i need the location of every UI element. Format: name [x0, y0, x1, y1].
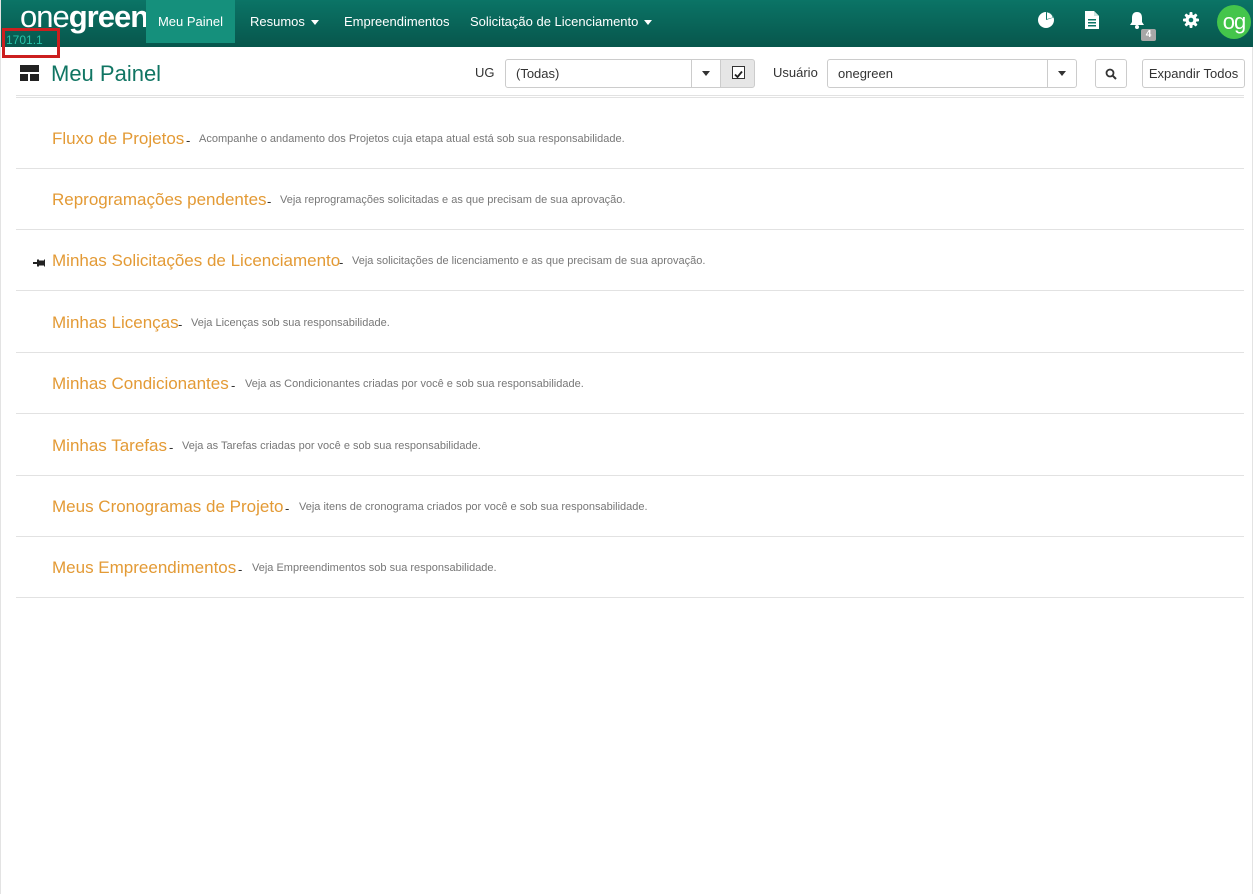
section-separator: -: [339, 255, 344, 270]
page-title: Meu Painel: [51, 61, 162, 86]
section-title[interactable]: Meus Cronogramas de Projeto: [52, 497, 284, 517]
nav-empreendimentos-label: Empreendimentos: [344, 14, 450, 29]
section-minhas-licencas[interactable]: Minhas Licenças - Veja Licenças sob sua …: [16, 292, 1244, 353]
section-separator: -: [231, 378, 236, 393]
usuario-select[interactable]: onegreen: [827, 59, 1077, 88]
chevron-down-icon[interactable]: [691, 60, 720, 87]
section-title[interactable]: Meus Empreendimentos: [52, 558, 236, 578]
header-divider: [16, 95, 1244, 98]
checkmark-icon: [734, 70, 743, 79]
pin-icon[interactable]: [33, 258, 45, 268]
ug-checkbox[interactable]: [732, 66, 745, 79]
section-minhas-condicionantes[interactable]: Minhas Condicionantes - Veja as Condicio…: [16, 353, 1244, 414]
nav-resumos[interactable]: Resumos: [235, 0, 334, 43]
section-cronogramas-projeto[interactable]: Meus Cronogramas de Projeto - Veja itens…: [16, 476, 1244, 537]
nav-meu-painel-label: Meu Painel: [157, 14, 224, 29]
section-separator: -: [238, 562, 243, 577]
section-reprogramacoes[interactable]: Reprogramações pendentes - Veja reprogra…: [16, 169, 1244, 230]
section-separator: -: [178, 317, 183, 332]
section-description: Veja Empreendimentos sob sua responsabil…: [252, 562, 497, 574]
section-title[interactable]: Reprogramações pendentes: [52, 190, 267, 210]
avatar[interactable]: og: [1217, 5, 1251, 39]
nav-meu-painel[interactable]: Meu Painel: [146, 0, 235, 43]
version-label: 1701.1: [6, 33, 43, 47]
section-separator: -: [267, 194, 272, 209]
expand-all-label: Expandir Todos: [1148, 66, 1239, 81]
section-title[interactable]: Minhas Condicionantes: [52, 374, 229, 394]
nav-empreendimentos[interactable]: Empreendimentos: [329, 0, 465, 43]
usuario-label: Usuário: [773, 65, 818, 80]
section-minhas-tarefas[interactable]: Minhas Tarefas - Veja as Tarefas criadas…: [16, 415, 1244, 476]
section-description: Veja as Tarefas criadas por você e sob s…: [182, 440, 481, 452]
section-description: Veja itens de cronograma criados por voc…: [299, 501, 648, 513]
section-description: Veja solicitações de licenciamento e as …: [352, 255, 706, 267]
section-separator: -: [169, 440, 174, 455]
ug-select-value: (Todas): [516, 66, 560, 81]
top-navbar: onegreen Meu Painel Resumos Empreendimen…: [1, 0, 1253, 47]
ug-label: UG: [475, 65, 495, 80]
caret-down-icon: [644, 20, 653, 26]
section-meus-empreendimentos[interactable]: Meus Empreendimentos - Veja Empreendimen…: [16, 537, 1244, 598]
section-separator: -: [186, 133, 191, 148]
ug-checkbox-addon[interactable]: [720, 59, 755, 88]
pie-chart-icon[interactable]: [1037, 11, 1057, 31]
nav-solicitacao-licenciamento[interactable]: Solicitação de Licenciamento: [455, 0, 667, 43]
section-fluxo-projetos[interactable]: Fluxo de Projetos - Acompanhe o andament…: [16, 108, 1244, 169]
section-title[interactable]: Minhas Tarefas: [52, 436, 167, 456]
bell-icon[interactable]: [1128, 11, 1148, 31]
search-button[interactable]: [1095, 59, 1127, 88]
search-icon: [1105, 68, 1117, 80]
logo-green: green: [68, 0, 149, 34]
section-description: Veja reprogramações solicitadas e as que…: [280, 194, 626, 206]
section-title[interactable]: Minhas Solicitações de Licenciamento: [52, 251, 340, 271]
chevron-down-icon[interactable]: [1047, 60, 1076, 87]
usuario-select-value: onegreen: [838, 66, 893, 81]
section-description: Acompanhe o andamento dos Projetos cuja …: [199, 133, 625, 145]
nav-resumos-label: Resumos: [250, 14, 305, 29]
section-solicitacoes-licenciamento[interactable]: Minhas Solicitações de Licenciamento - V…: [16, 230, 1244, 291]
ug-select[interactable]: (Todas): [505, 59, 721, 88]
section-description: Veja Licenças sob sua responsabilidade.: [191, 317, 390, 329]
section-separator: -: [285, 501, 290, 516]
notification-badge: 4: [1141, 29, 1156, 41]
section-title[interactable]: Fluxo de Projetos: [52, 129, 184, 149]
document-icon[interactable]: [1084, 11, 1104, 31]
dashboard-icon: [20, 65, 39, 81]
expand-all-button[interactable]: Expandir Todos: [1142, 59, 1245, 88]
caret-down-icon: [310, 20, 319, 26]
section-title[interactable]: Minhas Licenças: [52, 313, 179, 333]
nav-solicitacao-label: Solicitação de Licenciamento: [470, 14, 639, 29]
gear-icon[interactable]: [1182, 11, 1202, 31]
section-description: Veja as Condicionantes criadas por você …: [245, 378, 584, 390]
